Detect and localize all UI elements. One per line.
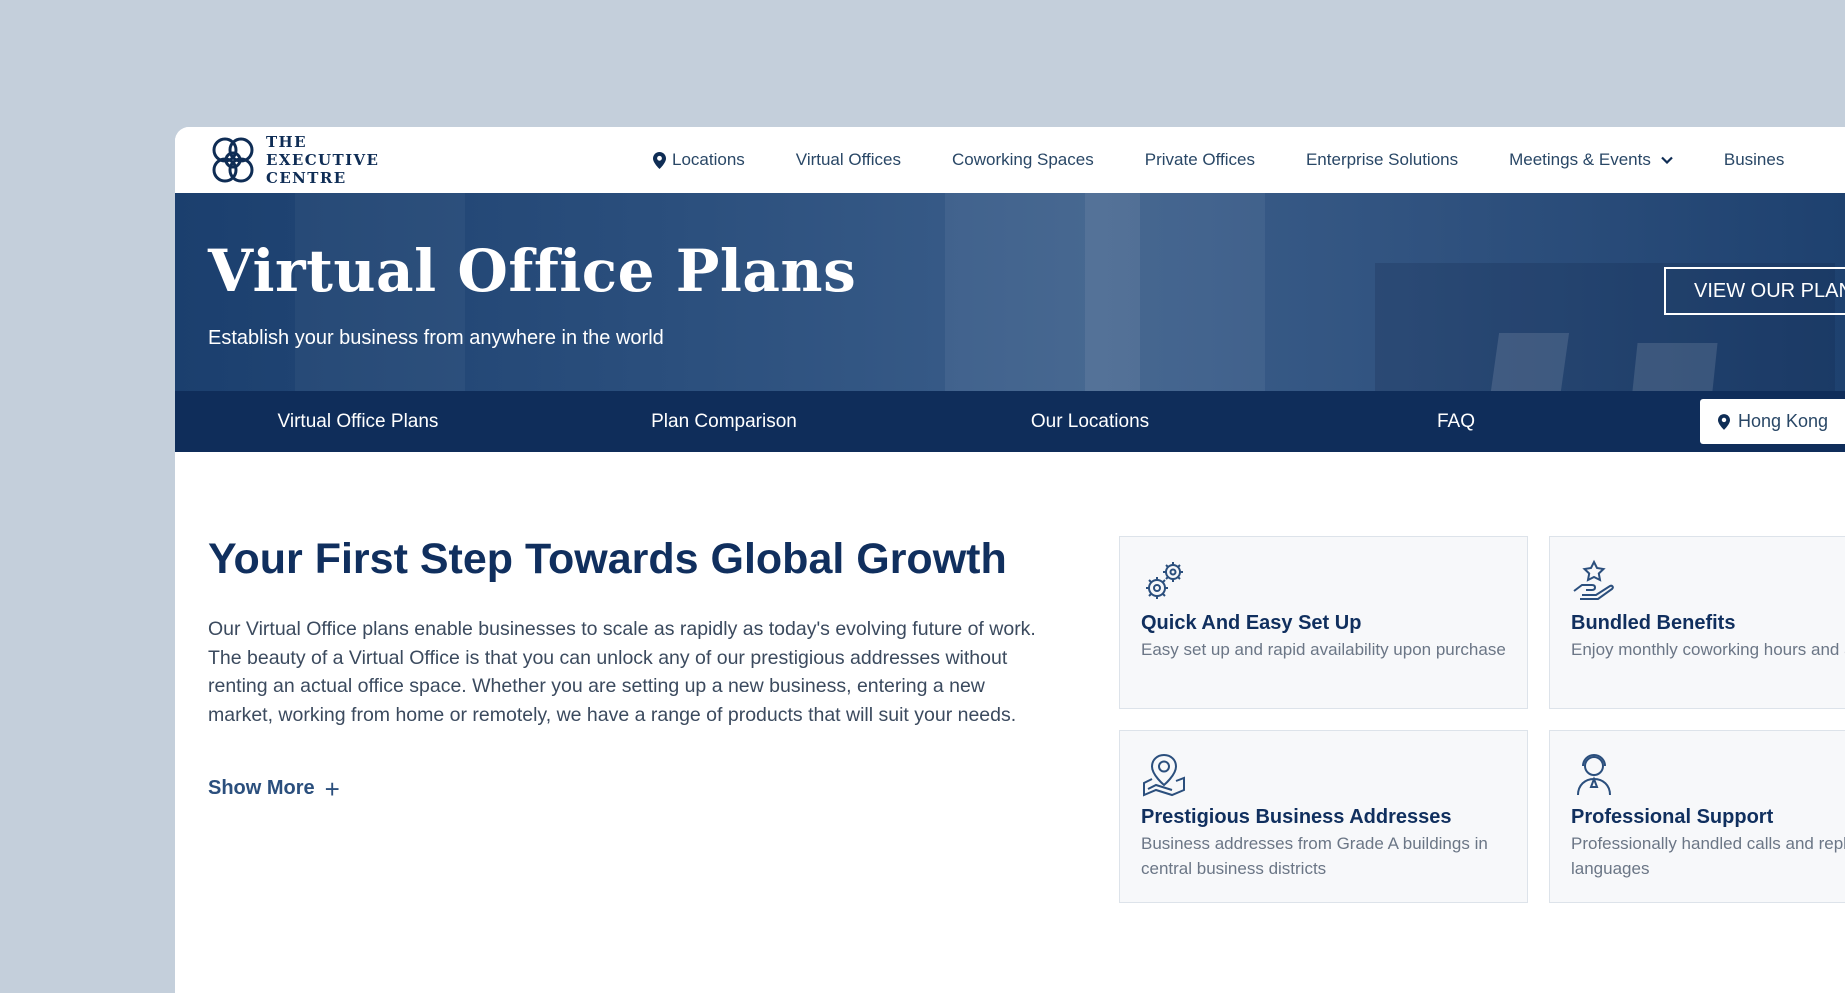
tab-virtual-office-plans[interactable]: Virtual Office Plans bbox=[203, 391, 513, 452]
feature-card: Prestigious Business Addresses Business … bbox=[1119, 730, 1528, 903]
tab-our-locations[interactable]: Our Locations bbox=[935, 391, 1245, 452]
card-description: Enjoy monthly coworking hours and add-on… bbox=[1571, 640, 1845, 659]
tab-plan-comparison[interactable]: Plan Comparison bbox=[569, 391, 879, 452]
feature-card: Professional Support Professionally hand… bbox=[1549, 730, 1845, 903]
section-navigation: Virtual Office Plans Plan Comparison Our… bbox=[175, 391, 1845, 452]
hand-star-icon bbox=[1573, 559, 1614, 600]
hero-photo-door bbox=[1085, 193, 1140, 391]
map-pin-icon bbox=[1143, 753, 1185, 797]
show-more-button[interactable]: Show More + bbox=[208, 773, 340, 804]
page-subtitle: Establish your business from anywhere in… bbox=[208, 327, 664, 349]
nav-coworking-spaces[interactable]: Coworking Spaces bbox=[952, 150, 1094, 170]
card-title: Professional Support bbox=[1571, 806, 1774, 828]
nav-links: Locations Virtual Offices Coworking Spac… bbox=[653, 127, 1835, 193]
card-description: Business addresses from Grade A building… bbox=[1141, 834, 1488, 878]
intro-paragraph: Our Virtual Office plans enable business… bbox=[208, 618, 1036, 726]
logo-line-3: CENTRE bbox=[266, 169, 347, 187]
logo[interactable]: THE EXECUTIVE CENTRE bbox=[208, 133, 379, 187]
nav-enterprise-solutions[interactable]: Enterprise Solutions bbox=[1306, 150, 1458, 170]
feature-card: Bundled Benefits Enjoy monthly coworking… bbox=[1549, 536, 1845, 709]
view-plans-button[interactable]: VIEW OUR PLAN bbox=[1664, 267, 1845, 315]
top-navigation: THE EXECUTIVE CENTRE Locations Virtual O… bbox=[175, 127, 1845, 193]
card-description: Easy set up and rapid availability upon … bbox=[1141, 640, 1506, 659]
logo-line-1: THE bbox=[266, 133, 307, 151]
location-pin-icon bbox=[653, 151, 666, 169]
location-pin-icon bbox=[1718, 413, 1730, 430]
plus-icon: + bbox=[324, 773, 340, 804]
location-selector[interactable]: Hong Kong bbox=[1700, 399, 1845, 444]
person-headset-icon bbox=[1577, 754, 1611, 796]
card-title: Quick And Easy Set Up bbox=[1141, 612, 1362, 634]
tab-faq[interactable]: FAQ bbox=[1301, 391, 1611, 452]
hero-photo-laptop bbox=[1490, 333, 1570, 391]
nav-meetings-events-label: Meetings & Events bbox=[1509, 150, 1651, 169]
logo-text: THE EXECUTIVE CENTRE bbox=[266, 133, 379, 187]
nav-virtual-offices[interactable]: Virtual Offices bbox=[796, 150, 901, 170]
page-title: Virtual Office Plans bbox=[208, 237, 857, 305]
nav-meetings-events[interactable]: Meetings & Events bbox=[1509, 150, 1673, 170]
nav-business[interactable]: Busines bbox=[1724, 150, 1784, 170]
show-more-label: Show More bbox=[208, 777, 315, 799]
browser-page: THE EXECUTIVE CENTRE Locations Virtual O… bbox=[175, 127, 1845, 993]
nav-locations[interactable]: Locations bbox=[653, 150, 745, 170]
nav-private-offices[interactable]: Private Offices bbox=[1145, 150, 1255, 170]
location-selector-value: Hong Kong bbox=[1738, 411, 1829, 431]
chevron-down-icon bbox=[1661, 156, 1673, 164]
section-heading: Your First Step Towards Global Growth bbox=[208, 535, 1007, 583]
logo-knot-icon bbox=[212, 137, 254, 183]
feature-card: Quick And Easy Set Up Easy set up and ra… bbox=[1119, 536, 1528, 709]
card-title: Prestigious Business Addresses bbox=[1141, 806, 1452, 828]
card-description: Professionally handled calls and replies… bbox=[1571, 834, 1845, 878]
hero-photo-laptop-2 bbox=[1632, 343, 1718, 391]
nav-locations-label: Locations bbox=[672, 150, 745, 169]
gears-icon bbox=[1146, 562, 1183, 599]
card-title: Bundled Benefits bbox=[1571, 612, 1736, 634]
hero-banner: Virtual Office Plans Establish your busi… bbox=[175, 193, 1845, 391]
logo-line-2: EXECUTIVE bbox=[266, 151, 380, 169]
